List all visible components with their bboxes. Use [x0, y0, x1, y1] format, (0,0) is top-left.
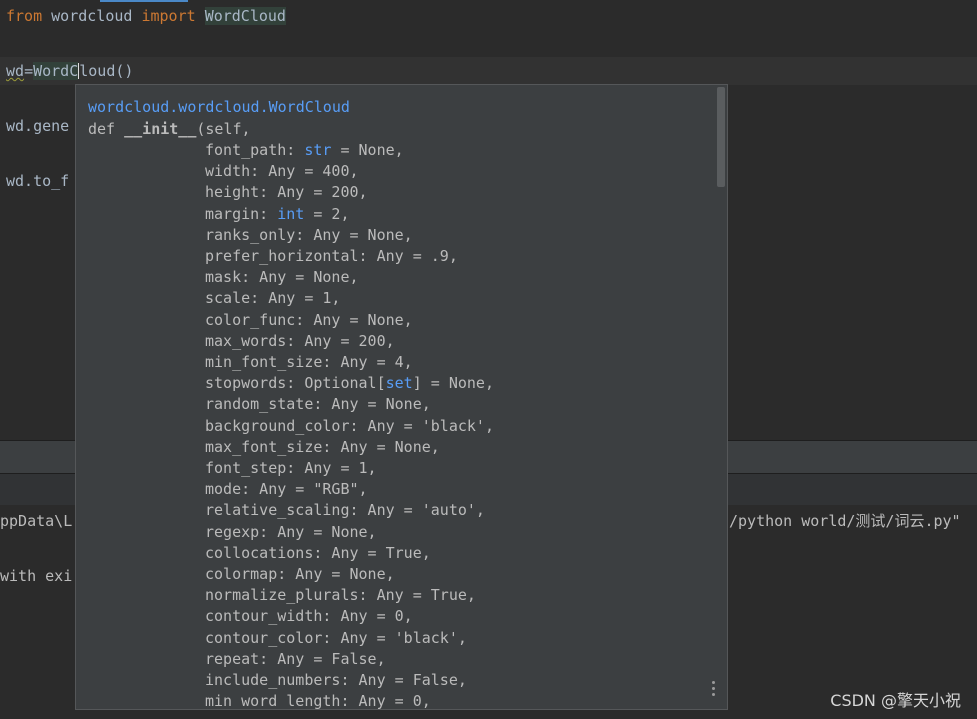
- param-name: contour_color: Any = 'black',: [205, 628, 467, 647]
- run-command-right: /python world/测试/词云.py": [729, 512, 961, 530]
- param-name: prefer_horizontal: Any = .9,: [205, 247, 458, 265]
- class-call-a: WordC: [33, 62, 79, 80]
- watermark: CSDN @擎天小祝: [830, 691, 961, 710]
- popup-param: scale: Any = 1,: [205, 288, 340, 309]
- popup-param: regexp: Any = None,: [205, 522, 377, 543]
- popup-param: mask: Any = None,: [205, 267, 359, 288]
- keyword-import: import: [141, 7, 196, 25]
- popup-param: ranks_only: Any = None,: [205, 225, 413, 246]
- param-name: max_words: Any = 200,: [205, 331, 395, 350]
- popup-param: margin: int = 2,: [205, 204, 350, 225]
- param-type: int: [277, 204, 305, 223]
- param-default: = 2,: [304, 204, 350, 223]
- popup-param: max_font_size: Any = None,: [205, 437, 440, 458]
- param-name: font_path:: [205, 141, 305, 159]
- popup-param: font_step: Any = 1,: [205, 458, 377, 479]
- param-type: set: [385, 374, 413, 393]
- popup-param: max_words: Any = 200,: [205, 331, 395, 352]
- popup-qualified-name[interactable]: wordcloud.wordcloud.WordCloud: [88, 97, 350, 118]
- param-name: regexp: Any = None,: [205, 522, 377, 541]
- param-name: scale: Any = 1,: [205, 289, 341, 308]
- popup-param: min_font_size: Any = 4,: [205, 352, 413, 373]
- popup-scrollbar[interactable]: [717, 87, 725, 187]
- popup-param: mode: Any = "RGB",: [205, 479, 368, 500]
- param-name: width: Any = 400,: [205, 162, 359, 181]
- popup-param: collocations: Any = True,: [205, 543, 431, 564]
- param-name: repeat: Any = False,: [205, 649, 386, 668]
- param-name: collocations: Any = True,: [205, 543, 431, 562]
- param-name: relative_scaling: Any = 'auto',: [205, 501, 485, 520]
- param-name: stopwords: Optional[: [205, 374, 386, 393]
- param-name: mask: Any = None,: [205, 268, 359, 287]
- param-name: background_color: Any = 'black',: [205, 416, 494, 435]
- self-param: (self,: [196, 120, 251, 138]
- popup-param: include_numbers: Any = False,: [205, 670, 467, 691]
- param-name: margin:: [205, 204, 278, 223]
- param-name: color_func: Any = None,: [205, 310, 413, 329]
- popup-param: repeat: Any = False,: [205, 649, 386, 670]
- param-type: str: [304, 141, 332, 159]
- param-name: ranks_only: Any = None,: [205, 225, 413, 244]
- init-name: __init__: [124, 120, 197, 138]
- popup-param: prefer_horizontal: Any = .9,: [205, 246, 458, 267]
- param-name: max_font_size: Any = None,: [205, 437, 440, 456]
- param-name: height: Any = 200,: [205, 183, 368, 202]
- popup-param: color_func: Any = None,: [205, 310, 413, 331]
- assign-op: =: [24, 62, 34, 80]
- run-exit-line: with exi: [0, 567, 73, 585]
- popup-param: width: Any = 400,: [205, 161, 359, 182]
- popup-param: stopwords: Optional[set] = None,: [205, 373, 494, 394]
- popup-param: normalize_plurals: Any = True,: [205, 585, 476, 606]
- code-line-assign[interactable]: wd=WordCloud(): [6, 60, 133, 82]
- popup-param: relative_scaling: Any = 'auto',: [205, 500, 485, 521]
- param-name: random_state: Any = None,: [205, 395, 431, 414]
- code-line-generate[interactable]: wd.gene: [6, 115, 69, 137]
- code-line-import[interactable]: from wordcloud import WordCloud: [6, 5, 286, 27]
- param-name: font_step: Any = 1,: [205, 459, 377, 477]
- popup-param: random_state: Any = None,: [205, 394, 431, 415]
- run-command-left: ppData\L: [0, 512, 73, 530]
- popup-param: background_color: Any = 'black',: [205, 416, 494, 437]
- param-name: normalize_plurals: Any = True,: [205, 586, 476, 605]
- param-name: include_numbers: Any = False,: [205, 671, 467, 689]
- imported-class: WordCloud: [204, 7, 286, 25]
- param-name: min_font_size: Any = 4,: [205, 353, 413, 371]
- param-name: min_word_length: Any = 0,: [205, 692, 431, 710]
- popup-param: font_path: str = None,: [205, 140, 404, 161]
- popup-param: height: Any = 200,: [205, 182, 368, 203]
- param-name: colormap: Any = None,: [205, 565, 395, 583]
- def-keyword: def: [88, 120, 125, 138]
- variable-wd: wd: [6, 62, 25, 80]
- active-tab-indicator: [100, 0, 188, 2]
- keyword-from: from: [6, 7, 43, 25]
- param-name: mode: Any = "RGB",: [205, 480, 368, 499]
- quick-documentation-popup[interactable]: wordcloud.wordcloud.WordCloud def __init…: [75, 84, 728, 710]
- popup-param: min_word_length: Any = 0,: [205, 691, 431, 710]
- param-name: contour_width: Any = 0,: [205, 607, 413, 626]
- module-name: wordcloud: [42, 7, 142, 25]
- popup-param: contour_color: Any = 'black',: [205, 628, 467, 649]
- more-vertical-icon[interactable]: [711, 681, 717, 697]
- popup-param: contour_width: Any = 0,: [205, 606, 413, 627]
- class-call-b: loud(): [79, 62, 134, 80]
- current-line-highlight: [0, 57, 977, 85]
- param-default: ] = None,: [412, 374, 494, 393]
- popup-signature-head: def __init__(self,: [88, 119, 251, 140]
- popup-param: colormap: Any = None,: [205, 564, 395, 585]
- code-line-tofile[interactable]: wd.to_f: [6, 170, 69, 192]
- param-default: = None,: [331, 141, 404, 159]
